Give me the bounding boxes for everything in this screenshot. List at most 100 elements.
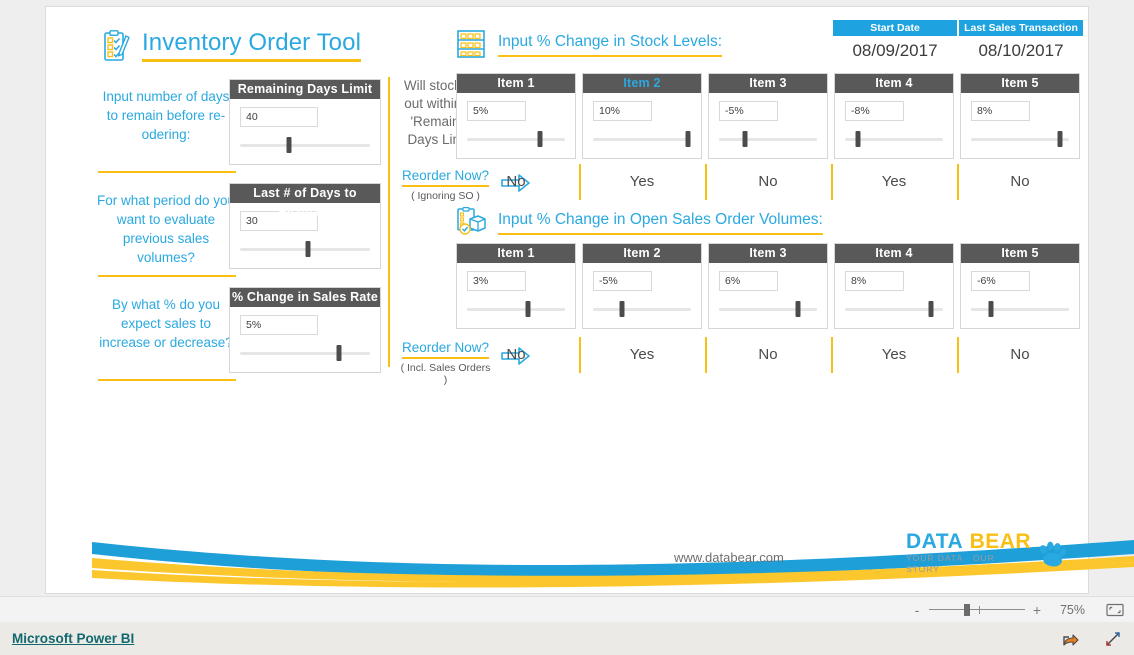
databear-logo: DATA BEAR YOUR DATA · OUR STORY bbox=[906, 531, 1066, 574]
logo-word-bear: BEAR bbox=[969, 530, 1032, 553]
slider-rail bbox=[719, 138, 817, 141]
slider-thumb[interactable] bbox=[525, 301, 531, 317]
slider-thumb[interactable] bbox=[795, 301, 801, 317]
stock-item-4-slider[interactable] bbox=[845, 130, 943, 148]
evaluation-period-slider[interactable] bbox=[240, 240, 370, 258]
so-item-3-title: Item 3 bbox=[709, 244, 827, 263]
slider-rail bbox=[240, 144, 370, 147]
stock-item-2-value[interactable]: 10% bbox=[593, 101, 652, 121]
stock-item-2-slicer[interactable]: Item 2 10% bbox=[582, 73, 702, 159]
so-answer-item-2: Yes bbox=[579, 335, 705, 375]
so-answer-item-4: Yes bbox=[831, 335, 957, 375]
stock-levels-header-text[interactable]: Input % Change in Stock Levels: bbox=[498, 32, 723, 57]
microsoft-power-bi-link[interactable]: Microsoft Power BI bbox=[12, 631, 134, 646]
taskbar-icon-group bbox=[1062, 630, 1122, 648]
remaining-days-slicer-title: Remaining Days Limit bbox=[230, 80, 380, 99]
slider-thumb[interactable] bbox=[619, 301, 625, 317]
so-item-3-slicer[interactable]: Item 3 6% bbox=[708, 243, 828, 329]
so-item-1-value[interactable]: 3% bbox=[467, 271, 526, 291]
column-divider bbox=[388, 77, 390, 367]
so-item-1-slider[interactable] bbox=[467, 300, 565, 318]
slider-rail bbox=[971, 308, 1069, 311]
stock-item-5-slider[interactable] bbox=[971, 130, 1069, 148]
sales-rate-slicer[interactable]: % Change in Sales Rate 5% bbox=[229, 287, 381, 373]
clipboard-box-icon bbox=[457, 207, 486, 235]
clipboard-checklist-icon bbox=[104, 29, 130, 61]
power-bi-report-viewer: Inventory Order Tool Start Date 08/09/20… bbox=[0, 0, 1134, 655]
sales-rate-slicer-body: 5% bbox=[230, 307, 380, 372]
so-item-2-slicer[interactable]: Item 2 -5% bbox=[582, 243, 702, 329]
stock-item-4-value[interactable]: -8% bbox=[845, 101, 904, 121]
so-item-2-value[interactable]: -5% bbox=[593, 271, 652, 291]
stock-item-5-slicer[interactable]: Item 5 8% bbox=[960, 73, 1080, 159]
so-item-5-body: -6% bbox=[961, 263, 1079, 328]
slider-thumb[interactable] bbox=[305, 241, 311, 257]
so-answer-item-3: No bbox=[705, 335, 831, 375]
share-icon[interactable] bbox=[1062, 630, 1080, 648]
stock-item-2-slider[interactable] bbox=[593, 130, 691, 148]
last-sales-transaction-card: Last Sales Transaction 08/10/2017 bbox=[959, 20, 1083, 63]
stock-item-5-body: 8% bbox=[961, 93, 1079, 158]
so-item-5-slicer[interactable]: Item 5 -6% bbox=[960, 243, 1080, 329]
slider-thumb[interactable] bbox=[685, 131, 691, 147]
so-item-2-title: Item 2 bbox=[583, 244, 701, 263]
stock-item-1-slider[interactable] bbox=[467, 130, 565, 148]
zoom-level-label: 75% bbox=[1059, 602, 1085, 617]
stock-item-1-slicer[interactable]: Item 1 5% bbox=[456, 73, 576, 159]
slider-thumb[interactable] bbox=[928, 301, 934, 317]
so-item-5-value[interactable]: -6% bbox=[971, 271, 1030, 291]
last-sales-transaction-header: Last Sales Transaction bbox=[959, 20, 1083, 36]
so-item-4-slicer[interactable]: Item 4 8% bbox=[834, 243, 954, 329]
sales-order-header-text[interactable]: Input % Change in Open Sales Order Volum… bbox=[498, 210, 823, 235]
left-divider-1 bbox=[98, 171, 236, 173]
stock-item-3-slider[interactable] bbox=[719, 130, 817, 148]
zoom-out-button[interactable]: - bbox=[912, 602, 922, 618]
remaining-days-slider[interactable] bbox=[240, 136, 370, 154]
stock-item-3-value[interactable]: -5% bbox=[719, 101, 778, 121]
stock-answer-item-5: No bbox=[957, 162, 1083, 202]
slider-thumb[interactable] bbox=[742, 131, 748, 147]
so-item-5-title: Item 5 bbox=[961, 244, 1079, 263]
so-item-2-slider[interactable] bbox=[593, 300, 691, 318]
stock-item-5-value[interactable]: 8% bbox=[971, 101, 1030, 121]
stock-item-4-body: -8% bbox=[835, 93, 953, 158]
slider-rail bbox=[593, 138, 691, 141]
zoom-control[interactable]: - + 75% bbox=[912, 602, 1124, 618]
slider-thumb[interactable] bbox=[1057, 131, 1063, 147]
so-item-4-slider[interactable] bbox=[845, 300, 943, 318]
logo-wordmark: DATA BEAR bbox=[906, 531, 1031, 553]
zoom-in-button[interactable]: + bbox=[1032, 602, 1042, 618]
slider-thumb[interactable] bbox=[336, 345, 342, 361]
fit-to-page-icon[interactable] bbox=[1106, 603, 1124, 617]
so-item-3-slider[interactable] bbox=[719, 300, 817, 318]
so-answer-item-1: No bbox=[506, 346, 526, 363]
slider-rail bbox=[719, 308, 817, 311]
stock-answer-item-4: Yes bbox=[831, 162, 957, 202]
so-item-4-value[interactable]: 8% bbox=[845, 271, 904, 291]
zoom-slider-tick bbox=[978, 605, 980, 614]
sales-order-section-header: Input % Change in Open Sales Order Volum… bbox=[456, 207, 823, 237]
sales-rate-slider[interactable] bbox=[240, 344, 370, 362]
slider-rail bbox=[593, 308, 691, 311]
remaining-days-value[interactable]: 40 bbox=[240, 107, 318, 127]
zoom-slider[interactable] bbox=[929, 603, 1025, 617]
stock-item-1-title: Item 1 bbox=[457, 74, 575, 93]
remaining-days-slicer[interactable]: Remaining Days Limit 40 bbox=[229, 79, 381, 165]
slider-thumb[interactable] bbox=[855, 131, 861, 147]
fullscreen-icon[interactable] bbox=[1104, 630, 1122, 648]
stock-item-4-title: Item 4 bbox=[835, 74, 953, 93]
stock-item-3-slicer[interactable]: Item 3 -5% bbox=[708, 73, 828, 159]
so-item-5-slider[interactable] bbox=[971, 300, 1069, 318]
sales-rate-value[interactable]: 5% bbox=[240, 315, 318, 335]
evaluation-period-slicer[interactable]: Last # of Days to Evaluate 30 bbox=[229, 183, 381, 269]
logo-word-data: DATA bbox=[906, 530, 964, 553]
zoom-slider-thumb[interactable] bbox=[963, 603, 970, 616]
so-item-1-slicer[interactable]: Item 1 3% bbox=[456, 243, 576, 329]
slider-thumb[interactable] bbox=[286, 137, 292, 153]
slider-thumb[interactable] bbox=[537, 131, 543, 147]
so-item-3-value[interactable]: 6% bbox=[719, 271, 778, 291]
slider-thumb[interactable] bbox=[988, 301, 994, 317]
logo-tagline: YOUR DATA · OUR STORY bbox=[906, 553, 995, 574]
stock-item-1-value[interactable]: 5% bbox=[467, 101, 526, 121]
stock-item-4-slicer[interactable]: Item 4 -8% bbox=[834, 73, 954, 159]
